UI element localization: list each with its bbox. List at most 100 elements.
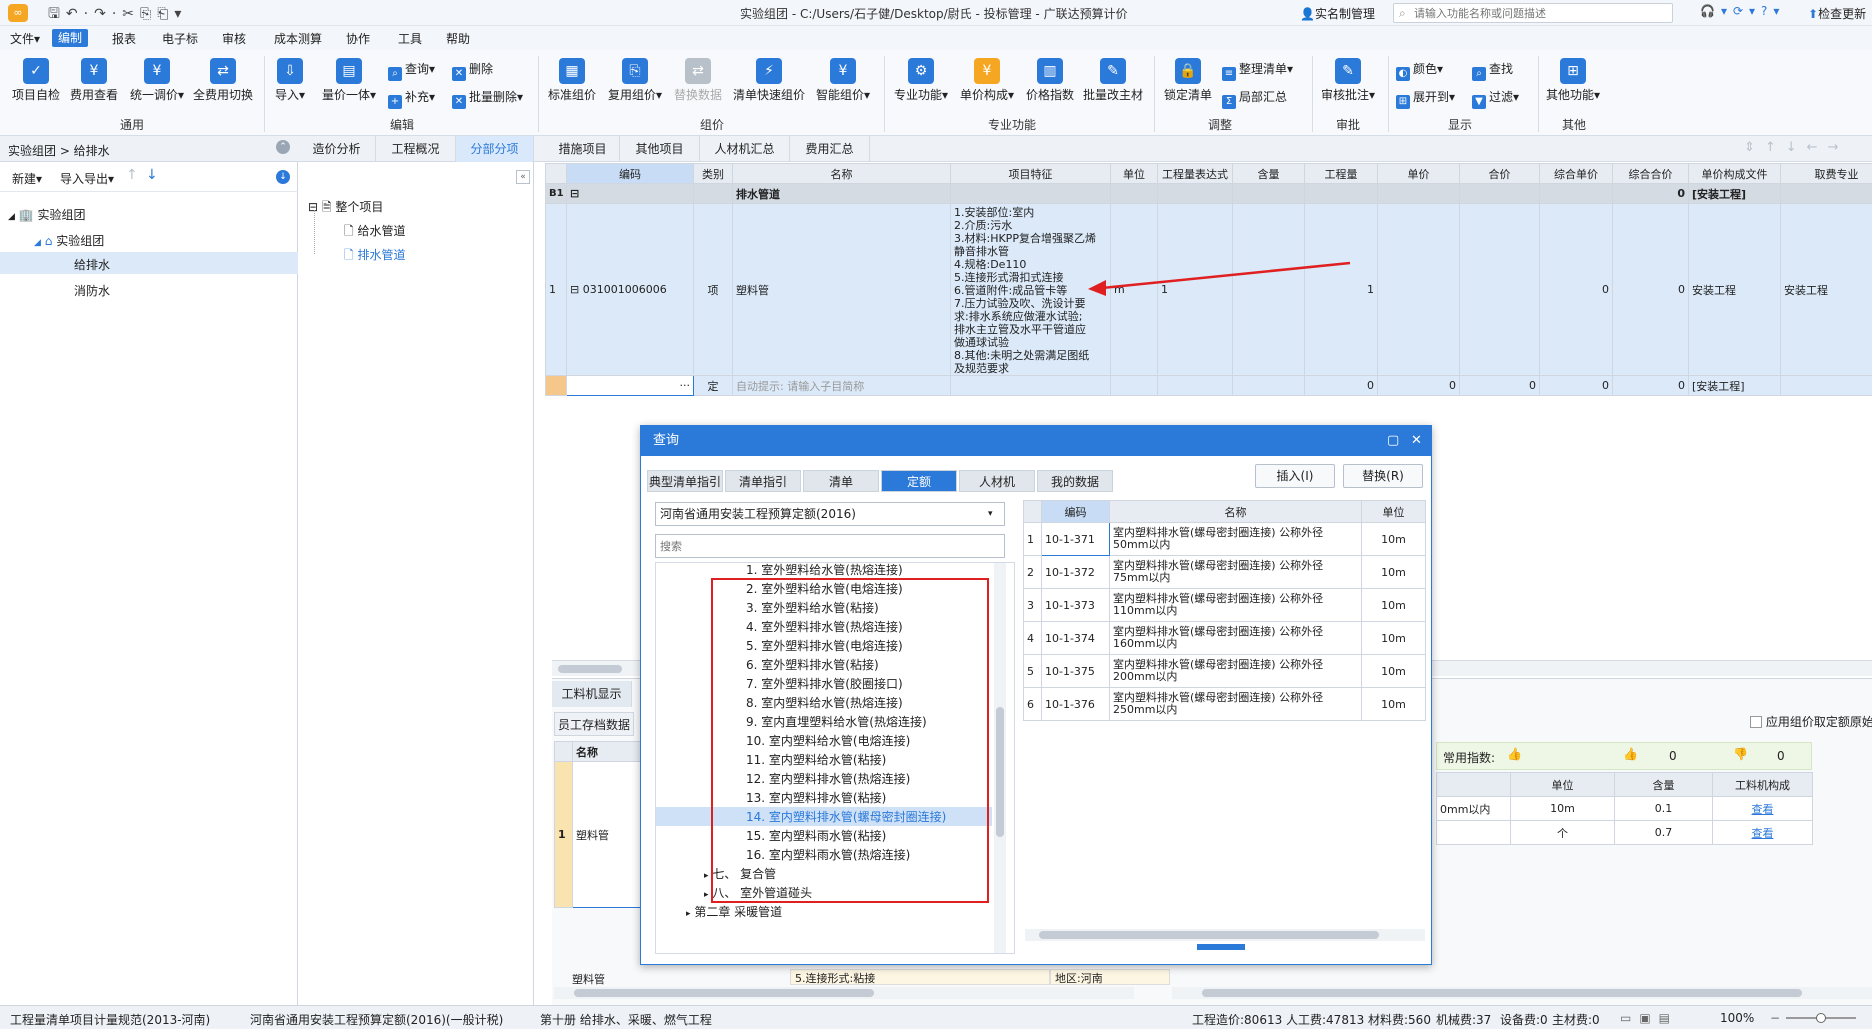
dislike-icon[interactable]: 👎 xyxy=(1733,747,1748,761)
result-row[interactable]: 6 10-1-376 室内塑料排水管(螺母密封圈连接) 公称外径250mm以内 10m xyxy=(1023,687,1426,721)
tab-sub-items[interactable]: 分部分项 xyxy=(456,136,534,162)
supplement-button[interactable]: + 补充▾ xyxy=(388,88,435,109)
grid-row-section[interactable]: B1 ⊟ 排水管道 0 [安装工程] xyxy=(545,183,1872,204)
result-name-header[interactable]: 名称 xyxy=(1109,500,1362,523)
tab-other-items[interactable]: 其他项目 xyxy=(620,136,700,162)
replace-button[interactable]: 替换(R) xyxy=(1343,464,1423,488)
filter-button[interactable]: ▼ 过滤▾ xyxy=(1472,88,1519,109)
menu-file[interactable]: 文件▾ xyxy=(4,30,46,48)
result-row[interactable]: 2 10-1-372 室内塑料排水管(螺母密封圈连接) 公称外径75mm以内 10m xyxy=(1023,555,1426,589)
tree-item[interactable]: 1. 室外塑料给水管(热熔连接) xyxy=(746,563,903,578)
delete-button[interactable]: ✕ 删除 xyxy=(452,60,493,81)
menu-report[interactable]: 报表 xyxy=(106,30,142,48)
new-button[interactable]: 新建▾ xyxy=(12,170,42,187)
expand-to-button[interactable]: ⊞ 展开到▾ xyxy=(1396,88,1455,109)
realname-link[interactable]: 👤实名制管理 xyxy=(1300,5,1375,22)
batch-change-material-button[interactable]: ✎ 批量改主材 xyxy=(1080,58,1146,103)
dialog-tab-list-guide[interactable]: 清单指引 xyxy=(725,470,801,492)
move-down-icon[interactable]: ↓ xyxy=(146,167,158,183)
close-icon[interactable]: ✕ xyxy=(1411,426,1422,456)
scroll-thumb[interactable] xyxy=(996,707,1004,837)
color-button[interactable]: ◐ 颜色▾ xyxy=(1396,60,1443,81)
col-comp-unit-price[interactable]: 综合单价 xyxy=(1539,163,1613,184)
unit-price-composition-button[interactable]: ¥ 单价构成▾ xyxy=(956,58,1018,103)
import-button[interactable]: ⇩ 导入▾ xyxy=(270,58,310,103)
quota-code-input[interactable]: ··· xyxy=(566,375,694,396)
col-total[interactable]: 合价 xyxy=(1459,163,1540,184)
price-index-button[interactable]: ▥ 价格指数 xyxy=(1022,58,1078,103)
tree-node-water-supply-pipe[interactable]: 🗋 给水管道 xyxy=(344,222,406,243)
col-fee-specialty[interactable]: 取费专业 xyxy=(1780,163,1872,184)
move-up-icon[interactable]: ↑ xyxy=(126,167,138,183)
quota-library-select[interactable]: 河南省通用安装工程预算定额(2016) ▾ xyxy=(655,502,1005,526)
check-update-button[interactable]: ⬆检查更新 xyxy=(1808,5,1866,22)
apply-pricing-option[interactable]: 应用组价取定额原始 xyxy=(1750,713,1872,730)
checkbox-icon[interactable] xyxy=(1750,716,1762,728)
col-comp-total[interactable]: 综合合价 xyxy=(1612,163,1689,184)
project-self-check-button[interactable]: ✓ 项目自检 xyxy=(8,58,64,103)
bottom-row-name[interactable]: 塑料管 xyxy=(572,761,641,908)
result-row[interactable]: 3 10-1-373 室内塑料排水管(螺母密封圈连接) 公称外径110mm以内 10m xyxy=(1023,588,1426,622)
fee-view-button[interactable]: ¥ 费用查看 xyxy=(66,58,122,103)
dialog-tab-typical-list[interactable]: 典型清单指引 xyxy=(647,470,723,492)
col-expr[interactable]: 工程量表达式 xyxy=(1157,163,1233,184)
tree-vscrollbar[interactable] xyxy=(994,563,1006,953)
tree-item-fire-water[interactable]: 消防水 xyxy=(74,282,110,299)
find-button[interactable]: ⌕ 查找 xyxy=(1472,60,1513,81)
result-row[interactable]: 1 10-1-371 室内塑料排水管(螺母密封圈连接) 公称外径50mm以内 10m xyxy=(1023,522,1426,556)
maximize-icon[interactable]: ▢ xyxy=(1387,426,1399,456)
dialog-tab-list[interactable]: 清单 xyxy=(803,470,879,492)
col-unit[interactable]: 单位 xyxy=(1110,163,1158,184)
result-unit-header[interactable]: 单位 xyxy=(1361,500,1426,523)
result-code-header[interactable]: 编码 xyxy=(1041,500,1110,523)
zoom-slider-thumb[interactable] xyxy=(1816,1013,1826,1023)
query-button[interactable]: ⌕ 查询▾ xyxy=(388,60,435,81)
zoom-slider[interactable] xyxy=(1786,1013,1856,1023)
section-collapse-icon[interactable]: ⊟ xyxy=(566,183,694,204)
quota-search-box[interactable] xyxy=(655,534,1005,558)
grid-nav-icons[interactable]: ⇕↑↓←→ xyxy=(1744,140,1848,155)
menu-help[interactable]: 帮助 xyxy=(440,30,476,48)
tree-node-whole-project[interactable]: ⊟ 🗎 整个项目 xyxy=(308,198,383,219)
grid-row-quota-input[interactable]: ··· 定 自动提示: 请输入子目简称 0 0 0 0 0 [安装工程] xyxy=(545,375,1872,396)
view-mode-icons[interactable]: ▭▣▤ xyxy=(1620,1011,1678,1025)
tree-item-chapter2[interactable]: ▸ 第二章 采暖管道 xyxy=(686,903,782,920)
collapse-panel-icon[interactable]: « xyxy=(516,170,530,184)
thumb-icon[interactable]: 👍 xyxy=(1507,747,1522,761)
quick-pricing-button[interactable]: ⚡ 清单快速组价 xyxy=(730,58,808,103)
menu-tools[interactable]: 工具 xyxy=(392,30,428,48)
menu-collaborate[interactable]: 协作 xyxy=(340,30,376,48)
tab-archive-data[interactable]: 员工存档数据 xyxy=(554,712,634,736)
col-type[interactable]: 类别 xyxy=(693,163,733,184)
quantity-price-button[interactable]: ▤ 量价一体▾ xyxy=(318,58,380,103)
tab-project-overview[interactable]: 工程概况 xyxy=(376,136,456,162)
smart-pricing-button[interactable]: ¥ 智能组价▾ xyxy=(812,58,874,103)
col-price-file[interactable]: 单价构成文件 xyxy=(1688,163,1781,184)
tree-item-project-root[interactable]: ◢ 🏢 实验组团 xyxy=(8,206,86,223)
scroll-thumb[interactable] xyxy=(1039,931,1379,939)
standard-pricing-button[interactable]: ▦ 标准组价 xyxy=(544,58,600,103)
partial-summary-button[interactable]: Σ 局部汇总 xyxy=(1222,88,1287,109)
insert-button[interactable]: 插入(I) xyxy=(1255,464,1335,488)
result-hscrollbar[interactable] xyxy=(1025,929,1425,941)
full-fee-switch-button[interactable]: ⇄ 全费用切换 xyxy=(190,58,256,103)
review-annotation-button[interactable]: ✎ 审核批注▾ xyxy=(1318,58,1378,103)
menu-etender[interactable]: 电子标 xyxy=(156,30,204,48)
menu-review[interactable]: 审核 xyxy=(216,30,252,48)
quick-access-icons[interactable]: 🖫↶·↷·✂⎘⎗▾ xyxy=(48,3,187,27)
batch-delete-button[interactable]: ✕ 批量删除▾ xyxy=(452,88,523,109)
tab-measures[interactable]: 措施项目 xyxy=(546,136,620,162)
tab-material-display[interactable]: 工料机显示 xyxy=(552,681,632,707)
replace-data-button[interactable]: ⇄ 替换数据 xyxy=(670,58,726,103)
tab-material-summary[interactable]: 人材机汇总 xyxy=(700,136,790,162)
unified-price-adjust-button[interactable]: ¥ 统一调价▾ xyxy=(126,58,188,103)
result-row[interactable]: 4 10-1-374 室内塑料排水管(螺母密封圈连接) 公称外径160mm以内 10m xyxy=(1023,621,1426,655)
view-link[interactable]: 查看 xyxy=(1712,820,1813,845)
menu-cost-calc[interactable]: 成本测算 xyxy=(268,30,328,48)
reuse-pricing-button[interactable]: ⎘ 复用组价▾ xyxy=(604,58,666,103)
download-icon[interactable]: ↓ xyxy=(276,170,290,184)
like-icon[interactable]: 👍 xyxy=(1623,747,1638,761)
tree-item-group[interactable]: ◢ ⌂ 实验组团 xyxy=(34,232,104,249)
other-functions-button[interactable]: ⊞ 其他功能▾ xyxy=(1542,58,1604,103)
tree-node-drainage-pipe[interactable]: 🗋 排水管道 xyxy=(344,246,406,267)
